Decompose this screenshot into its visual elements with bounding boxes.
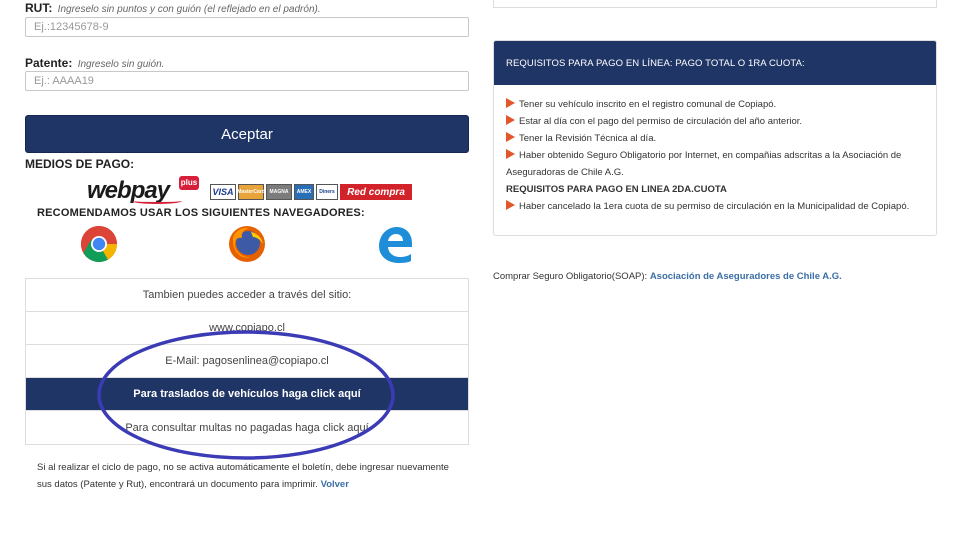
webpay-logo: webpay plus bbox=[87, 176, 199, 204]
rut-input[interactable] bbox=[25, 17, 469, 37]
magna-logo: MAGNA bbox=[266, 184, 292, 200]
redcompra-logo: Red compra bbox=[340, 184, 412, 200]
volver-link[interactable]: Volver bbox=[321, 479, 349, 490]
requirement-item: Haber obtenido Seguro Obligatorio por In… bbox=[506, 149, 902, 178]
payment-note: Si al realizar el ciclo de pago, no se a… bbox=[37, 462, 449, 490]
aseguradores-link[interactable]: Asociación de Aseguradores de Chile A.G. bbox=[650, 271, 842, 282]
accept-button[interactable]: Aceptar bbox=[25, 115, 469, 153]
requirements-second-title: REQUISITOS PARA PAGO EN LINEA 2DA.CUOTA bbox=[506, 184, 727, 195]
multas-link[interactable]: Para consultar multas no pagadas haga cl… bbox=[26, 411, 468, 444]
chrome-icon bbox=[80, 226, 118, 263]
requirements-header: REQUISITOS PARA PAGO EN LÍNEA: PAGO TOTA… bbox=[494, 41, 936, 85]
card-logos: VISA MasterCard MAGNA AMEX Diners Red co… bbox=[210, 184, 412, 200]
edge-icon bbox=[379, 227, 412, 263]
rut-label: RUT: Ingreselo sin puntos y con guión (e… bbox=[25, 1, 321, 15]
access-text: Tambien puedes acceder a través del siti… bbox=[26, 279, 468, 312]
email-text: E-Mail: pagosenlinea@copiapo.cl bbox=[26, 345, 468, 378]
info-box: Tambien puedes acceder a través del siti… bbox=[25, 278, 469, 445]
patente-input[interactable] bbox=[25, 71, 469, 91]
top-right-panel bbox=[493, 0, 937, 8]
arrow-right-icon bbox=[506, 200, 515, 210]
requirement-item: Haber cancelado la 1era cuota de su perm… bbox=[506, 198, 924, 215]
firefox-icon bbox=[229, 226, 265, 262]
patente-label: Patente: Ingreselo sin guión. bbox=[25, 56, 165, 70]
requirement-item: Estar al día con el pago del permiso de … bbox=[506, 113, 924, 130]
visa-logo: VISA bbox=[210, 184, 236, 200]
diners-logo: Diners bbox=[316, 184, 338, 200]
browsers-title: RECOMENDAMOS USAR LOS SIGUIENTES NAVEGAD… bbox=[37, 207, 365, 219]
payment-methods-title: MEDIOS DE PAGO: bbox=[25, 157, 135, 171]
arrow-right-icon bbox=[506, 115, 515, 125]
arrow-right-icon bbox=[506, 98, 515, 108]
soap-line: Comprar Seguro Obligatorio(SOAP): Asocia… bbox=[493, 271, 842, 282]
requirements-panel: REQUISITOS PARA PAGO EN LÍNEA: PAGO TOTA… bbox=[493, 40, 937, 236]
arrow-right-icon bbox=[506, 149, 515, 159]
amex-logo: AMEX bbox=[294, 184, 314, 200]
rut-hint: Ingreselo sin puntos y con guión (el ref… bbox=[57, 4, 321, 15]
arrow-right-icon bbox=[506, 132, 515, 142]
requirement-item: Tener la Revisión Técnica al día. bbox=[506, 130, 924, 147]
mastercard-logo: MasterCard bbox=[237, 184, 265, 200]
patente-hint: Ingreselo sin guión. bbox=[77, 59, 165, 70]
site-link[interactable]: www.copiapo.cl bbox=[26, 312, 468, 345]
requirement-item: Tener su vehículo inscrito en el registr… bbox=[506, 96, 924, 113]
traslados-link[interactable]: Para traslados de vehículos haga click a… bbox=[26, 378, 468, 411]
